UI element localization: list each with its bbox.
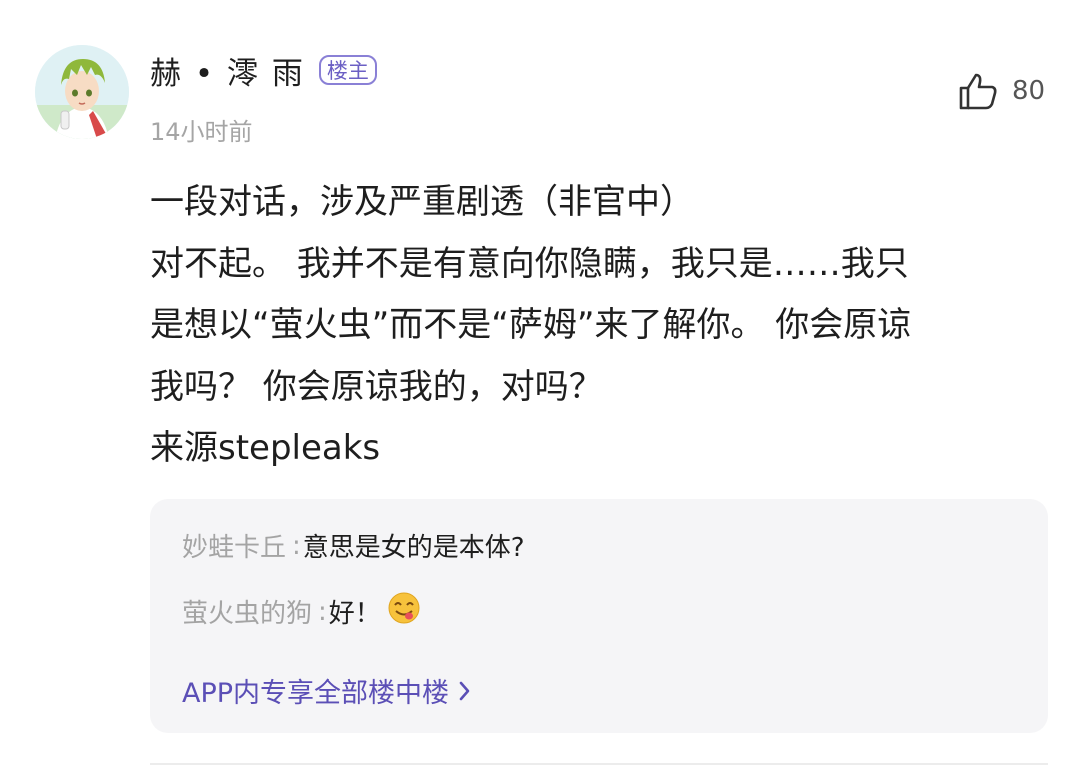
reply-text: 意思是女的是本体? (302, 533, 525, 563)
reply-item[interactable]: 萤火虫的狗 : 好！ (182, 591, 421, 632)
avatar[interactable] (35, 45, 129, 139)
view-all-replies-label: APP内专享全部楼中楼 (182, 678, 450, 709)
chevron-right-icon (459, 681, 470, 700)
divider (150, 763, 1048, 765)
comment-body-line: 一段对话，涉及严重剧透（非官中） (150, 182, 694, 222)
comment-body-line: 是想以“萤火虫”而不是“萨姆”来了解你。 你会原谅 (150, 305, 912, 345)
author-name[interactable]: 赫 • 澪 雨 (150, 48, 305, 93)
reply-author[interactable]: 萤火虫的狗 (182, 593, 312, 630)
comment-body-line: 我吗？ 你会原谅我的，对吗？ (150, 366, 603, 407)
reply-colon: : (318, 596, 327, 627)
author-row: 赫 • 澪 雨 楼主 (150, 48, 377, 92)
sub-replies[interactable]: 妙蛙卡丘 : 意思是女的是本体? 萤火虫的狗 : 好！ APP内专享全部楼中楼 (150, 499, 1048, 733)
view-all-replies-link[interactable]: APP内专享全部楼中楼 (182, 671, 471, 710)
comment-body-line: 来源stepleaks (150, 428, 381, 468)
reply-colon: : (292, 530, 301, 561)
reply-item[interactable]: 妙蛙卡丘 : 意思是女的是本体? (182, 527, 525, 564)
yum-face-emoji (387, 591, 421, 632)
comment-time: 14小时前 (150, 118, 253, 146)
reply-author[interactable]: 妙蛙卡丘 (182, 527, 286, 564)
comment-body: 一段对话，涉及严重剧透（非官中） 对不起。 我并不是有意向你隐瞒，我只是……我只… (150, 172, 1050, 480)
op-badge: 楼主 (318, 55, 377, 85)
thumbs-up-icon (959, 73, 997, 110)
avatar-image (35, 45, 129, 139)
comment-card: 赫 • 澪 雨 楼主 14小时前 80 一段对话，涉及严重剧透（非官中） 对不起… (0, 0, 1080, 773)
comment-body-line: 对不起。 我并不是有意向你隐瞒，我只是……我只 (150, 243, 909, 284)
reply-text: 好！ (328, 599, 381, 629)
like-button[interactable]: 80 (958, 72, 1045, 110)
like-count: 80 (1012, 76, 1046, 106)
